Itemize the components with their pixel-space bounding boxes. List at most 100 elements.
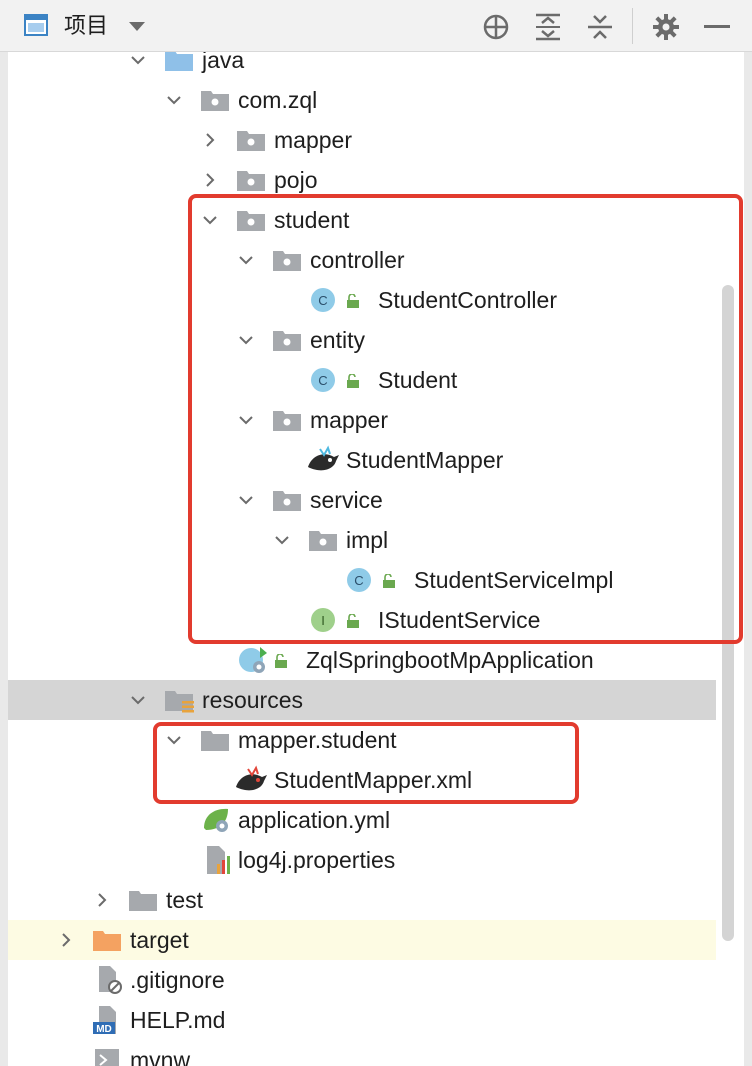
tree-node-mapper[interactable]: mapper — [8, 120, 716, 160]
excluded-folder-icon — [93, 931, 121, 951]
gear-icon[interactable] — [652, 13, 680, 41]
locate-target-icon[interactable] — [482, 13, 510, 41]
tree-node-label: target — [130, 927, 189, 953]
tree-node-label: StudentMapper — [346, 447, 504, 473]
package-folder-icon — [273, 331, 301, 351]
tree-node-student-controller[interactable]: C StudentController — [8, 280, 716, 320]
tree-node-istudent-service[interactable]: I IStudentService — [8, 600, 716, 640]
package-folder-icon — [309, 531, 337, 551]
tree-node-student-service-impl[interactable]: C StudentServiceImpl — [8, 560, 716, 600]
package-folder-icon — [237, 171, 265, 191]
ignored-file-icon — [99, 966, 122, 994]
script-file-icon — [95, 1049, 119, 1066]
lock-icon — [275, 654, 287, 668]
tree-node-entity[interactable]: entity — [8, 320, 716, 360]
package-folder-icon — [237, 211, 265, 231]
package-folder-icon — [201, 91, 229, 111]
package-folder-icon — [273, 491, 301, 511]
tree-node-pojo[interactable]: pojo — [8, 160, 716, 200]
tree-node-application-yml[interactable]: application.yml — [8, 800, 716, 840]
class-icon: C — [311, 288, 335, 312]
chevron-down-icon[interactable] — [130, 692, 146, 708]
left-edge — [0, 52, 8, 1066]
tree-node-student-mapper-xml[interactable]: StudentMapper.xml — [8, 760, 716, 800]
tree-node-label: HELP.md — [130, 1007, 226, 1033]
mybatis-bird-icon — [308, 445, 339, 471]
tree-node-resources[interactable]: resources — [8, 680, 716, 720]
lock-icon — [383, 574, 395, 588]
class-icon: C — [311, 368, 335, 392]
tree-node-label: application.yml — [238, 807, 391, 833]
tree-node-mvnw[interactable]: mvnw — [8, 1040, 716, 1066]
expand-all-icon[interactable] — [535, 13, 561, 41]
interface-icon: I — [311, 608, 335, 632]
svg-text:I: I — [321, 613, 325, 628]
properties-file-icon — [207, 846, 230, 874]
tree-node-label: java — [202, 52, 245, 73]
tree-node-java[interactable]: java — [8, 52, 716, 80]
tree-node-target[interactable]: target — [8, 920, 716, 960]
vertical-scrollbar[interactable] — [722, 285, 734, 941]
tree-node-student-mapper[interactable]: StudentMapper — [8, 440, 716, 480]
chevron-down-icon[interactable] — [130, 52, 146, 68]
chevron-down-icon[interactable] — [202, 212, 218, 228]
tree-node-application-class[interactable]: ZqlSpringbootMpApplication — [8, 640, 716, 680]
tree-node-label: mapper.student — [238, 727, 397, 753]
lock-icon — [347, 294, 359, 308]
tree-node-label: service — [310, 487, 383, 513]
project-view-icon — [24, 14, 48, 36]
tree-node-student-class[interactable]: C Student — [8, 360, 716, 400]
source-folder-icon — [165, 52, 193, 71]
chevron-down-icon[interactable] — [238, 332, 254, 348]
tree-node-com-zql[interactable]: com.zql — [8, 80, 716, 120]
tree-node-label: .gitignore — [130, 967, 225, 993]
collapse-all-icon[interactable] — [587, 13, 613, 41]
hide-icon[interactable] — [704, 25, 730, 28]
tree-node-help-md[interactable]: MD HELP.md — [8, 1000, 716, 1040]
tree-node-controller[interactable]: controller — [8, 240, 716, 280]
tree-node-label: mapper — [310, 407, 388, 433]
chevron-down-icon[interactable] — [274, 532, 290, 548]
toolbar-title[interactable]: 项目 — [64, 12, 108, 40]
spring-boot-class-icon — [239, 647, 267, 673]
lock-icon — [347, 374, 359, 388]
folder-icon — [201, 731, 229, 751]
tree-node-impl[interactable]: impl — [8, 520, 716, 560]
chevron-down-icon[interactable] — [166, 92, 182, 108]
svg-text:MD: MD — [96, 1024, 112, 1035]
package-folder-icon — [237, 131, 265, 151]
tree-node-student[interactable]: student — [8, 200, 716, 240]
markdown-file-icon: MD — [93, 1006, 116, 1035]
chevron-down-icon[interactable] — [238, 412, 254, 428]
tree-node-label: com.zql — [238, 87, 318, 113]
mybatis-xml-icon — [236, 765, 267, 791]
tree-node-label: entity — [310, 327, 365, 353]
tree-node-mapper-sub[interactable]: mapper — [8, 400, 716, 440]
tree-node-service[interactable]: service — [8, 480, 716, 520]
tree-node-label: test — [166, 887, 204, 913]
tree-node-test[interactable]: test — [8, 880, 716, 920]
chevron-down-icon[interactable] — [166, 732, 182, 748]
resources-folder-icon — [165, 691, 194, 713]
chevron-right-icon[interactable] — [202, 172, 218, 188]
tree-node-label: mapper — [274, 127, 352, 153]
tree-node-gitignore[interactable]: .gitignore — [8, 960, 716, 1000]
tree-node-label: StudentServiceImpl — [414, 567, 614, 593]
tree-node-label: StudentMapper.xml — [274, 767, 473, 793]
tree-node-mapper-student-dir[interactable]: mapper.student — [8, 720, 716, 760]
lock-icon — [347, 614, 359, 628]
tree-node-log4j-properties[interactable]: log4j.properties — [8, 840, 716, 880]
tree-node-label: student — [274, 207, 350, 233]
dropdown-arrow-icon[interactable] — [128, 20, 146, 32]
chevron-down-icon[interactable] — [238, 492, 254, 508]
chevron-down-icon[interactable] — [238, 252, 254, 268]
svg-text:C: C — [318, 373, 327, 388]
chevron-right-icon[interactable] — [94, 892, 110, 908]
tree-node-label: impl — [346, 527, 389, 553]
tree-node-label: resources — [202, 687, 303, 713]
tree-node-label: pojo — [274, 167, 318, 193]
chevron-right-icon[interactable] — [58, 932, 74, 948]
chevron-right-icon[interactable] — [202, 132, 218, 148]
project-toolbar: 项目 — [0, 0, 752, 52]
package-folder-icon — [273, 251, 301, 271]
